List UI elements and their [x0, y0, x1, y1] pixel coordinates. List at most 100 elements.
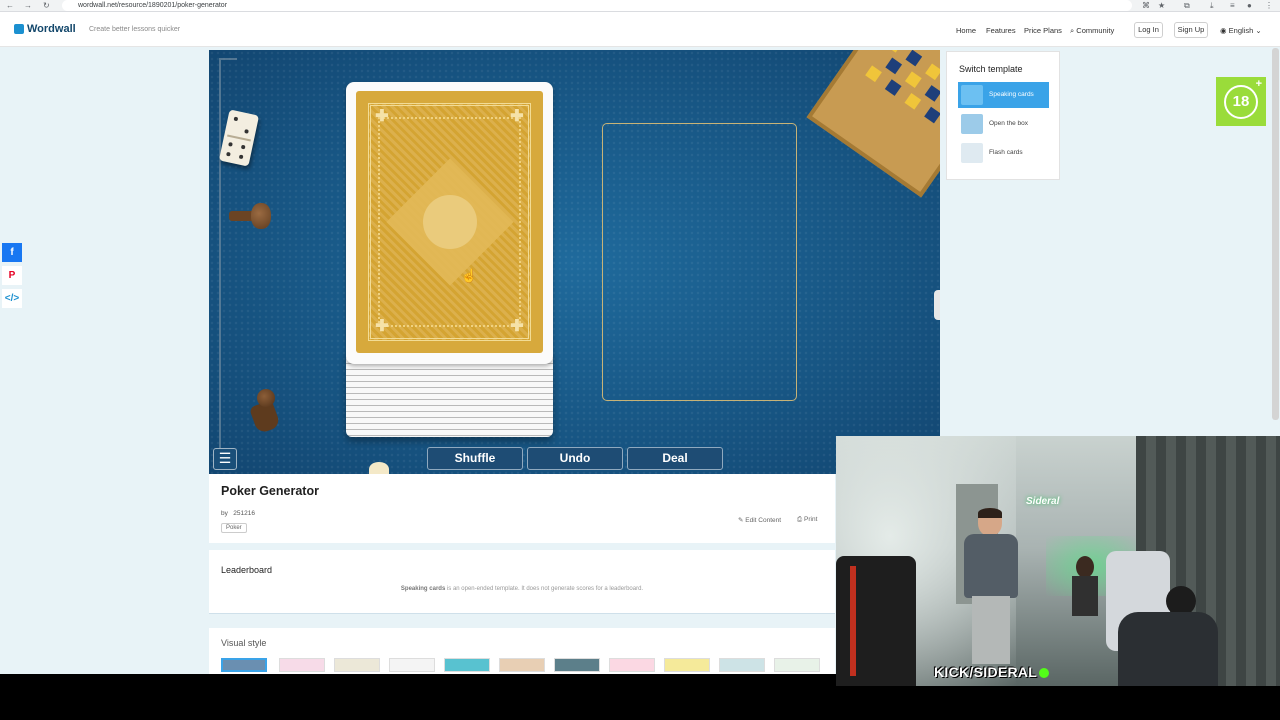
- switch-template-panel: Switch template Speaking cards Open the …: [946, 51, 1060, 180]
- streamer-standing-person: [964, 508, 1018, 668]
- embed-code-icon[interactable]: </>: [2, 289, 22, 308]
- extensions-icon[interactable]: ⧉: [1184, 1, 1190, 11]
- nav-community-label: Community: [1076, 26, 1115, 35]
- leaderboard-card: Leaderboard Speaking cards is an open-en…: [209, 550, 835, 614]
- deal-button[interactable]: Deal: [627, 447, 723, 470]
- nav-community[interactable]: ⌕ Community: [1070, 26, 1114, 36]
- webcam-overlay: Sideral KICK/SIDERAL: [836, 436, 1280, 686]
- profile-icon[interactable]: ●: [1247, 1, 1252, 10]
- streamer-seated-person: [1098, 586, 1248, 686]
- leaderboard-note: Speaking cards is an open-ended template…: [209, 586, 835, 592]
- author-link[interactable]: 251216: [233, 510, 255, 517]
- style-thumbnail[interactable]: [664, 658, 710, 672]
- template-open-the-box[interactable]: Open the box: [958, 111, 1049, 137]
- browser-toolbar: ← → ↻ wordwall.net/resource/1890201/poke…: [0, 0, 1280, 12]
- style-thumbnail[interactable]: [444, 658, 490, 672]
- search-icon: ⌕: [1070, 26, 1075, 35]
- style-thumbnail[interactable]: [719, 658, 765, 672]
- edit-content-label: Edit Content: [745, 517, 782, 524]
- style-thumbnail[interactable]: [334, 658, 380, 672]
- style-thumbnail[interactable]: [279, 658, 325, 672]
- kick-channel-label: KICK/SIDERAL: [934, 664, 1050, 680]
- nav-price-plans[interactable]: Price Plans: [1024, 26, 1062, 35]
- switch-template-title: Switch template: [959, 64, 1023, 74]
- byline: by 251216: [221, 510, 255, 517]
- leaderboard-note-template: Speaking cards: [400, 586, 446, 592]
- edit-content-link[interactable]: ✎ Edit Content: [738, 516, 781, 524]
- leaderboard-title: Leaderboard: [221, 565, 273, 575]
- template-flash-cards[interactable]: Flash cards: [958, 140, 1049, 166]
- style-thumbnail[interactable]: [554, 658, 600, 672]
- style-thumbnail[interactable]: [389, 658, 435, 672]
- leaderboard-note-text: is an open-ended template. It does not g…: [445, 586, 644, 592]
- chevron-down-icon: ⌄: [1255, 26, 1262, 35]
- bookmark-star-icon[interactable]: ★: [1158, 1, 1165, 10]
- style-thumbnail[interactable]: [774, 658, 820, 672]
- wordwall-logo[interactable]: Wordwall: [14, 23, 76, 35]
- tagline: Create better lessons quicker: [89, 26, 181, 33]
- resource-info-card: Poker Generator by 251216 Poker ✎ Edit C…: [209, 474, 835, 543]
- dealt-card-slot: [602, 123, 797, 401]
- style-thumbnail[interactable]: [609, 658, 655, 672]
- print-label: Print: [804, 516, 818, 523]
- chess-pawn-decoration-bottom: [248, 385, 282, 435]
- forward-icon[interactable]: →: [24, 1, 32, 10]
- kick-verified-icon: [1039, 668, 1050, 679]
- top-card[interactable]: ✚ ✚ ✚ ✚: [346, 82, 553, 364]
- gaming-chair: [836, 556, 916, 686]
- more-icon[interactable]: ⋮: [1265, 1, 1273, 10]
- game-piece-decoration-2: [369, 462, 389, 474]
- address-bar[interactable]: wordwall.net/resource/1890201/poker-gene…: [62, 0, 1132, 11]
- game-piece-decoration: [934, 290, 940, 320]
- globe-icon: ◉: [1220, 26, 1227, 35]
- style-thumbnail[interactable]: [499, 658, 545, 672]
- pinterest-share-icon[interactable]: P: [2, 266, 22, 285]
- mouse-cursor-icon: ☝: [461, 268, 478, 283]
- card-deck[interactable]: ✚ ✚ ✚ ✚: [346, 82, 553, 437]
- shuffle-button[interactable]: Shuffle: [427, 447, 523, 470]
- activity-menu-icon[interactable]: ☰: [213, 448, 237, 470]
- signup-button[interactable]: Sign Up: [1174, 22, 1208, 38]
- logo-text: Wordwall: [27, 23, 76, 35]
- language-label: English: [1228, 26, 1254, 35]
- template-speaking-cards[interactable]: Speaking cards: [958, 82, 1049, 108]
- menu-lines-icon[interactable]: ≡: [1230, 1, 1235, 10]
- tag-poker[interactable]: Poker: [221, 523, 247, 533]
- template-label: Open the box: [989, 120, 1029, 127]
- by-label: by: [221, 510, 228, 517]
- template-label: Flash cards: [989, 149, 1023, 156]
- login-button[interactable]: Log In: [1134, 22, 1163, 38]
- flash-cards-icon: [961, 143, 983, 163]
- download-icon[interactable]: ⤓: [1210, 1, 1214, 11]
- card-back-pattern: ✚ ✚ ✚ ✚: [356, 91, 543, 353]
- back-icon[interactable]: ←: [6, 1, 14, 10]
- page-scrollbar[interactable]: [1272, 48, 1279, 420]
- language-selector[interactable]: ◉ English ⌄: [1220, 26, 1262, 35]
- template-label: Speaking cards: [989, 91, 1034, 98]
- printer-icon: ⎙: [797, 516, 803, 523]
- facebook-share-icon[interactable]: f: [2, 243, 22, 262]
- nav-features[interactable]: Features: [986, 26, 1016, 35]
- site-header: Wordwall Create better lessons quicker H…: [0, 12, 1280, 47]
- visual-style-title: Visual style: [221, 638, 267, 648]
- streamer-background-person: [1072, 556, 1098, 616]
- nav-home[interactable]: Home: [956, 26, 976, 35]
- style-thumbnail[interactable]: [221, 658, 267, 672]
- pencil-icon: ✎: [738, 517, 744, 524]
- age-rating-plus: +: [1255, 78, 1262, 90]
- chess-pawn-decoration: [229, 200, 271, 232]
- board-game-decoration: [806, 50, 940, 198]
- deck-stack: [346, 352, 553, 437]
- neon-sign: Sideral: [1026, 496, 1060, 507]
- print-link[interactable]: ⎙ Print: [797, 516, 817, 524]
- open-the-box-icon: [961, 114, 983, 134]
- age-rating-badge: 18 +: [1216, 77, 1266, 126]
- undo-button[interactable]: Undo: [527, 447, 623, 470]
- logo-icon: [14, 24, 24, 34]
- kick-channel-text: KICK/SIDERAL: [934, 664, 1038, 680]
- activity-stage[interactable]: ✚ ✚ ✚ ✚ ☝ ☰ Shuffle Undo Deal: [209, 50, 940, 474]
- visual-style-card: Visual style: [209, 628, 835, 674]
- translate-icon[interactable]: ⌘: [1142, 1, 1150, 10]
- reload-icon[interactable]: ↻: [43, 1, 50, 10]
- speaking-cards-icon: [961, 85, 983, 105]
